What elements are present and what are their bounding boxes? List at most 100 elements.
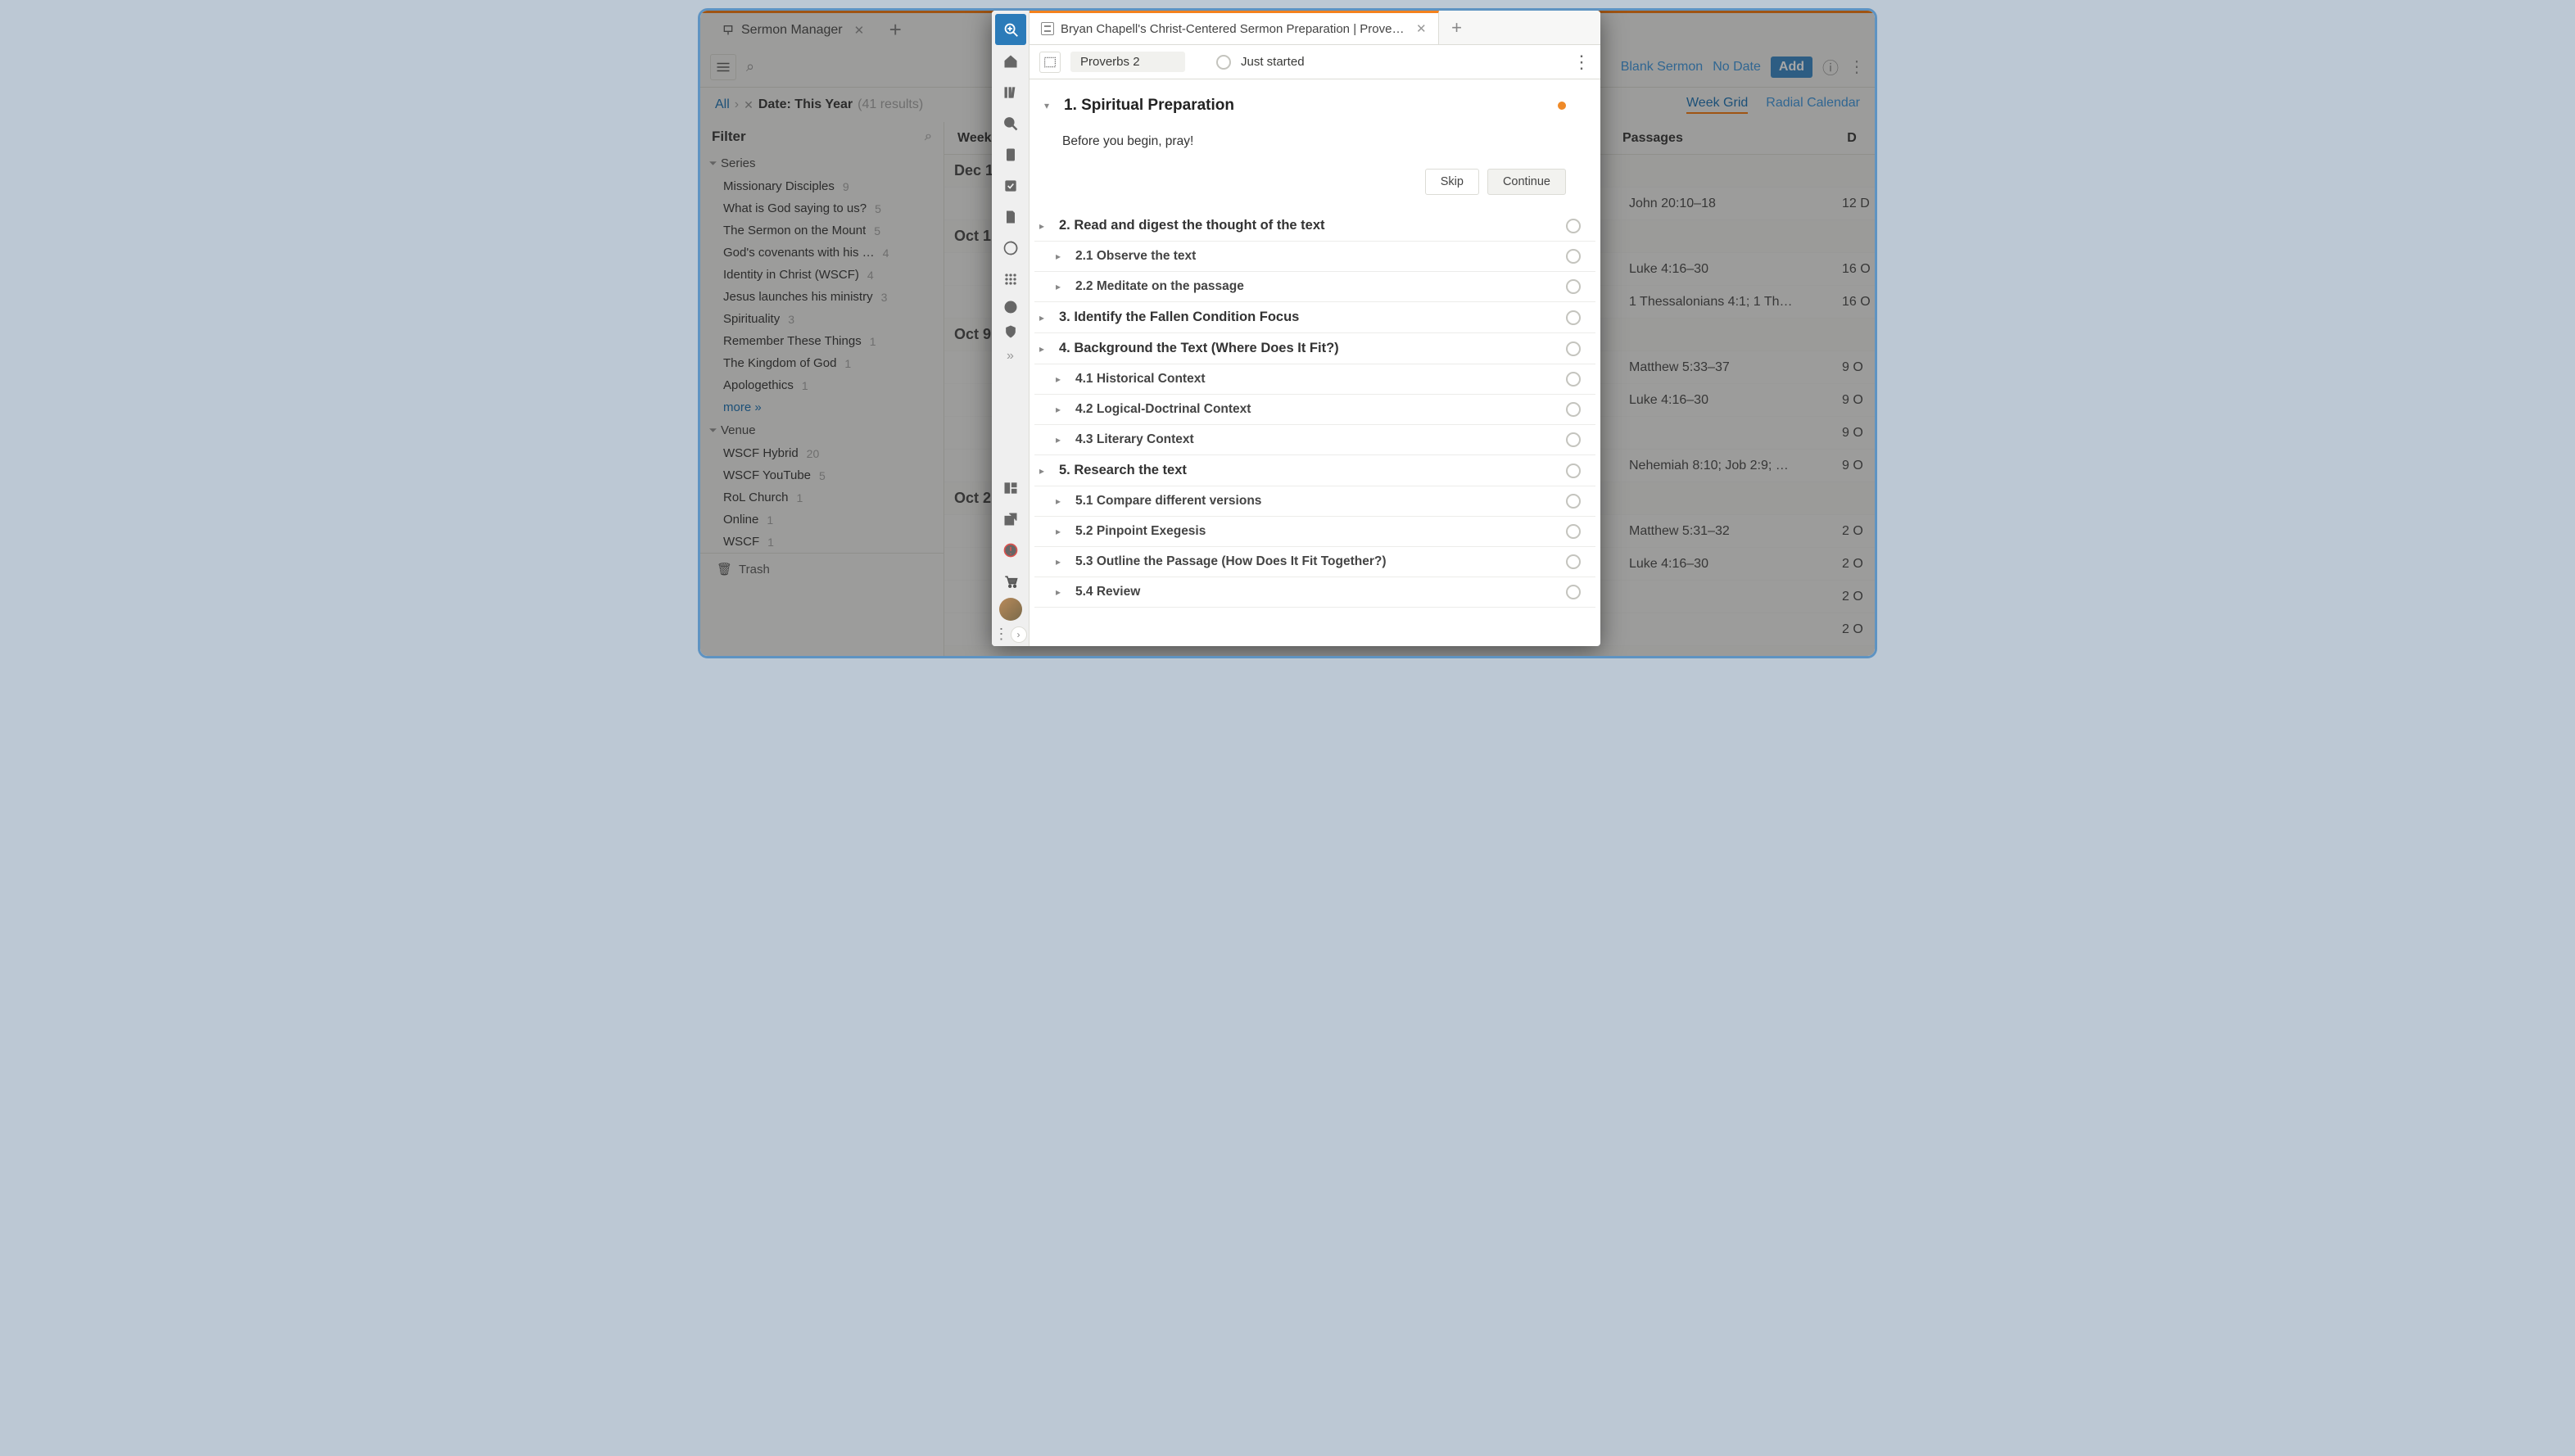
popout-icon[interactable] bbox=[995, 504, 1026, 534]
trash-item[interactable]: 🗑 Trash bbox=[700, 553, 944, 585]
kebab-icon[interactable]: ⋮ bbox=[994, 626, 1009, 643]
new-tab-button[interactable]: + bbox=[1439, 17, 1475, 38]
continue-button[interactable]: Continue bbox=[1487, 169, 1566, 195]
group-series[interactable]: Series bbox=[700, 151, 944, 175]
step-radio-icon[interactable] bbox=[1566, 249, 1581, 264]
library-icon[interactable] bbox=[995, 78, 1026, 107]
shield-icon[interactable] bbox=[995, 320, 1026, 343]
step-row[interactable]: ▸4. Background the Text (Where Does It F… bbox=[1034, 333, 1595, 364]
step-row[interactable]: ▸5.1 Compare different versions bbox=[1034, 486, 1595, 517]
sidebar-item[interactable]: WSCF Hybrid20 bbox=[700, 442, 944, 464]
date-row[interactable]: Sep 2 bbox=[944, 646, 1875, 656]
filter-title: Filter ⌕ bbox=[700, 122, 944, 151]
bg-tab-label: Sermon Manager bbox=[741, 23, 843, 38]
step-row[interactable]: ▸4.3 Literary Context bbox=[1034, 425, 1595, 455]
step-body: Before you begin, pray! bbox=[1039, 126, 1581, 154]
step-radio-icon[interactable] bbox=[1566, 463, 1581, 478]
chevron-down-icon[interactable]: ▾ bbox=[1044, 100, 1056, 111]
sidebar-item[interactable]: God's covenants with his …4 bbox=[700, 242, 944, 264]
sidebar-item[interactable]: WSCF1 bbox=[700, 531, 944, 553]
sidebar-item[interactable]: Missionary Disciples9 bbox=[700, 175, 944, 197]
close-icon[interactable]: ✕ bbox=[1416, 21, 1427, 36]
step-radio-icon[interactable] bbox=[1566, 402, 1581, 417]
step-row[interactable]: ▸5. Research the text bbox=[1034, 455, 1595, 486]
sidebar-item[interactable]: What is God saying to us?5 bbox=[700, 197, 944, 219]
sidebar-item[interactable]: RoL Church1 bbox=[700, 486, 944, 509]
view-radial[interactable]: Radial Calendar bbox=[1766, 96, 1860, 114]
step-radio-icon[interactable] bbox=[1566, 524, 1581, 539]
sidebar-item[interactable]: Online1 bbox=[700, 509, 944, 531]
skip-button[interactable]: Skip bbox=[1425, 169, 1479, 195]
close-icon[interactable]: ✕ bbox=[854, 23, 865, 38]
view-switcher: Week Grid Radial Calendar bbox=[1686, 96, 1860, 114]
chevron-right-icon: ▸ bbox=[1056, 251, 1067, 262]
apps-icon[interactable] bbox=[995, 265, 1026, 294]
chevron-right-icon: ▸ bbox=[1039, 312, 1051, 323]
col-d[interactable]: D bbox=[1835, 131, 1868, 146]
step-row[interactable]: ▸5.4 Review bbox=[1034, 577, 1595, 608]
group-venue[interactable]: Venue bbox=[700, 418, 944, 442]
step-radio-icon[interactable] bbox=[1566, 341, 1581, 356]
avatar[interactable] bbox=[999, 598, 1022, 621]
step-radio-icon[interactable] bbox=[1566, 219, 1581, 233]
history-icon[interactable] bbox=[995, 296, 1026, 319]
step-radio-icon[interactable] bbox=[1566, 585, 1581, 599]
step-title: 5. Research the text bbox=[1059, 463, 1187, 478]
sidebar-item[interactable]: Spirituality3 bbox=[700, 308, 944, 330]
alert-icon[interactable] bbox=[995, 536, 1026, 565]
step-row[interactable]: ▸5.3 Outline the Passage (How Does It Fi… bbox=[1034, 547, 1595, 577]
step-row[interactable]: ▸3. Identify the Fallen Condition Focus bbox=[1034, 302, 1595, 333]
step-radio-icon[interactable] bbox=[1566, 554, 1581, 569]
sidebar-item[interactable]: Remember These Things1 bbox=[700, 330, 944, 352]
more-link[interactable]: more » bbox=[700, 396, 944, 418]
breadcrumb-filter[interactable]: Date: This Year bbox=[758, 97, 853, 112]
chevron-right-icon: ▸ bbox=[1056, 586, 1067, 598]
modal-tab[interactable]: Bryan Chapell's Christ-Centered Sermon P… bbox=[1030, 11, 1439, 44]
menu-button[interactable] bbox=[710, 54, 736, 80]
step-radio-icon[interactable] bbox=[1566, 494, 1581, 509]
step-radio-icon[interactable] bbox=[1566, 372, 1581, 387]
passage-input[interactable]: Proverbs 2 bbox=[1070, 52, 1185, 72]
sidebar-item[interactable]: The Kingdom of God1 bbox=[700, 352, 944, 374]
sidebar-item[interactable]: Identity in Christ (WSCF)4 bbox=[700, 264, 944, 286]
cart-icon[interactable] bbox=[995, 567, 1026, 596]
step-radio-icon[interactable] bbox=[1566, 432, 1581, 447]
sidebar-item[interactable]: WSCF YouTube5 bbox=[700, 464, 944, 486]
bible-icon[interactable] bbox=[995, 140, 1026, 170]
no-date-link[interactable]: No Date bbox=[1713, 60, 1761, 75]
step-row[interactable]: ▸2.1 Observe the text bbox=[1034, 242, 1595, 272]
kebab-icon[interactable]: ⋮ bbox=[1573, 52, 1591, 73]
bg-tab-sermon-manager[interactable]: Sermon Manager ✕ bbox=[708, 13, 877, 47]
chevron-right-icon[interactable]: › bbox=[1011, 626, 1027, 643]
blank-sermon-link[interactable]: Blank Sermon bbox=[1621, 60, 1704, 75]
explore-icon[interactable] bbox=[995, 233, 1026, 263]
step-radio-icon[interactable] bbox=[1566, 310, 1581, 325]
sidebar-item[interactable]: Jesus launches his ministry3 bbox=[700, 286, 944, 308]
app-logo-icon[interactable] bbox=[995, 14, 1026, 45]
step-row[interactable]: ▸2. Read and digest the thought of the t… bbox=[1034, 210, 1595, 242]
sidebar-item[interactable]: The Sermon on the Mount5 bbox=[700, 219, 944, 242]
list-icon[interactable] bbox=[1039, 52, 1061, 73]
check-icon[interactable] bbox=[995, 171, 1026, 201]
search-icon[interactable] bbox=[995, 109, 1026, 138]
step-radio-icon[interactable] bbox=[1566, 279, 1581, 294]
sidebar-item[interactable]: Apologethics1 bbox=[700, 374, 944, 396]
more-icon[interactable]: » bbox=[995, 345, 1026, 368]
step-row[interactable]: ▸2.2 Meditate on the passage bbox=[1034, 272, 1595, 302]
col-passages[interactable]: Passages bbox=[1622, 131, 1835, 146]
search-icon[interactable]: ⌕ bbox=[746, 58, 754, 75]
new-tab-button[interactable]: + bbox=[877, 12, 913, 48]
info-icon[interactable]: ⓘ bbox=[1822, 55, 1839, 79]
doc-icon[interactable] bbox=[995, 202, 1026, 232]
modal-tab-title: Bryan Chapell's Christ-Centered Sermon P… bbox=[1061, 22, 1405, 36]
view-grid[interactable]: Week Grid bbox=[1686, 96, 1748, 114]
layout-icon[interactable] bbox=[995, 473, 1026, 503]
kebab-icon[interactable]: ⋮ bbox=[1849, 57, 1865, 77]
add-button[interactable]: Add bbox=[1771, 57, 1812, 78]
step-row[interactable]: ▸4.1 Historical Context bbox=[1034, 364, 1595, 395]
step-row[interactable]: ▸5.2 Pinpoint Exegesis bbox=[1034, 517, 1595, 547]
breadcrumb-all[interactable]: All bbox=[715, 97, 730, 112]
search-icon[interactable]: ⌕ bbox=[925, 129, 932, 144]
home-icon[interactable] bbox=[995, 47, 1026, 76]
step-row[interactable]: ▸4.2 Logical-Doctrinal Context bbox=[1034, 395, 1595, 425]
